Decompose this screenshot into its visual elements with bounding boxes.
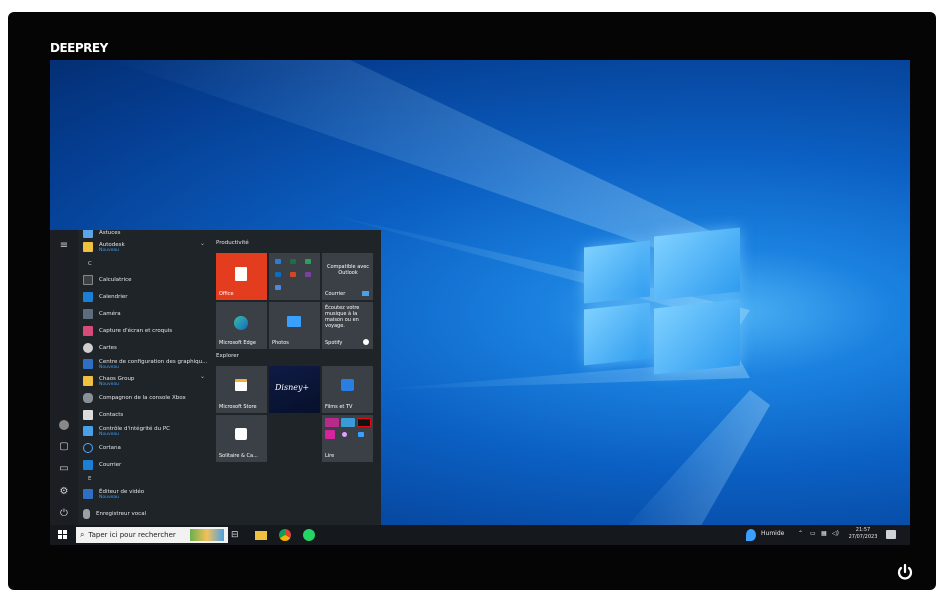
office-icon: [235, 267, 247, 281]
list-item[interactable]: Centre de configuration des graphiqu... N…: [80, 356, 210, 372]
monitor-brand-logo: DEEPREY: [50, 41, 108, 55]
list-item[interactable]: Calendrier: [80, 289, 210, 305]
app-list: Astuces Autodesk Nouveau C Calculatrice C…: [80, 230, 210, 525]
pc-health-icon: [83, 426, 93, 436]
maps-icon: [83, 343, 93, 353]
list-item[interactable]: Éditeur de vidéo Nouveau: [80, 486, 210, 502]
tile-photos[interactable]: Photos: [269, 302, 320, 349]
contacts-icon: [83, 410, 93, 420]
word-icon: [275, 259, 281, 264]
spotify-icon: [363, 339, 369, 345]
list-item[interactable]: Enregistreur vocal: [80, 506, 210, 522]
mail-icon: [83, 460, 93, 470]
skype-icon: [275, 285, 281, 290]
camera-icon: [83, 309, 93, 319]
tile-office-apps[interactable]: [269, 253, 320, 300]
tile-solitaire[interactable]: Solitaire & Ca...: [216, 415, 267, 462]
snip-sketch-icon: [83, 326, 93, 336]
letter-header[interactable]: C: [88, 261, 92, 267]
chevron-down-icon[interactable]: ⌄: [200, 373, 205, 380]
folder-icon: [83, 242, 93, 252]
tile-disney[interactable]: Disney+: [269, 366, 320, 413]
list-item[interactable]: Compagnon de la console Xbox: [80, 390, 210, 406]
excel-icon: [290, 259, 296, 264]
windows-start-icon[interactable]: [58, 530, 67, 539]
network-icon[interactable]: ▭: [810, 530, 816, 537]
onedrive-icon: [275, 272, 281, 277]
settings-icon[interactable]: ⚙: [56, 486, 72, 500]
tips-icon: [83, 230, 93, 238]
search-icon: ⌕: [80, 530, 85, 539]
list-item[interactable]: Chaos Group Nouveau: [80, 373, 210, 389]
weather-icon[interactable]: [746, 529, 756, 541]
voice-recorder-icon: [83, 509, 90, 519]
films-icon: [341, 379, 354, 391]
chevron-down-icon[interactable]: ⌄: [200, 240, 205, 247]
graphics-center-icon: [83, 359, 93, 369]
netflix-icon: [357, 418, 371, 427]
list-item[interactable]: Courrier: [80, 457, 210, 473]
calculator-icon: [83, 275, 93, 285]
keyboard-icon[interactable]: ▦: [821, 530, 827, 537]
solitaire-icon: [235, 428, 247, 440]
desktop: ≡ ▢ ▭ ⚙ ⏻ Astuces Autodesk Nouveau C Calc…: [50, 60, 910, 545]
clock[interactable]: 21:57 27/07/2023: [847, 527, 879, 541]
excel-alt-icon: [305, 259, 311, 264]
notifications-icon[interactable]: [886, 530, 896, 539]
instagram-icon: [325, 430, 335, 439]
list-item[interactable]: Caméra: [80, 306, 210, 322]
search-input[interactable]: ⌕ Taper ici pour rechercher: [76, 527, 228, 543]
list-item[interactable]: Autodesk Nouveau: [80, 239, 210, 255]
power-icon[interactable]: ⏻: [56, 508, 72, 522]
list-item[interactable]: Capture d'écran et croquis: [80, 323, 210, 339]
list-item[interactable]: Cartes: [80, 340, 210, 356]
document-icon[interactable]: ▢: [56, 441, 72, 455]
whatsapp-icon[interactable]: [303, 529, 315, 541]
chevron-up-icon[interactable]: ⌃: [798, 530, 803, 537]
monitor-power-icon[interactable]: [896, 563, 914, 581]
app-icon: [342, 432, 347, 437]
tile-mail[interactable]: Compatible avec Outlook Courrier: [322, 253, 373, 300]
list-item[interactable]: Calculatrice: [80, 272, 210, 288]
search-highlight-image: [190, 529, 224, 541]
group-productivity[interactable]: Productivité: [216, 240, 249, 246]
pictures-icon[interactable]: ▭: [56, 463, 72, 477]
powerpoint-icon: [290, 272, 296, 277]
start-menu: ≡ ▢ ▭ ⚙ ⏻ Astuces Autodesk Nouveau C Calc…: [50, 230, 381, 525]
photos-icon: [287, 316, 301, 327]
tile-store[interactable]: Microsoft Store: [216, 366, 267, 413]
tile-lire[interactable]: Lire: [322, 415, 373, 462]
onenote-icon: [305, 272, 311, 277]
instagram-thumb-icon: [325, 418, 339, 427]
file-explorer-icon[interactable]: [255, 531, 267, 540]
folder-icon: [83, 376, 93, 386]
tile-edge[interactable]: Microsoft Edge: [216, 302, 267, 349]
xbox-companion-icon: [83, 393, 93, 403]
user-avatar-icon[interactable]: [59, 420, 69, 430]
list-item[interactable]: Cortana: [80, 440, 210, 456]
cortana-icon: [83, 443, 93, 453]
start-rail: ≡ ▢ ▭ ⚙ ⏻: [50, 230, 78, 525]
task-view-icon[interactable]: ⊟: [231, 529, 243, 541]
tile-spotify[interactable]: Écoutez votre musique à la maison ou en …: [322, 302, 373, 349]
mail-icon: [362, 291, 369, 296]
windows-logo: [584, 227, 740, 375]
weather-label[interactable]: Humide: [761, 530, 784, 537]
group-explore[interactable]: Explorer: [216, 353, 239, 359]
calendar-icon: [83, 292, 93, 302]
app-icon: [358, 432, 364, 437]
volume-icon[interactable]: ◁): [832, 530, 839, 537]
store-icon: [235, 379, 247, 391]
chrome-icon[interactable]: [279, 529, 291, 541]
tile-films[interactable]: Films et TV: [322, 366, 373, 413]
taskbar: ⌕ Taper ici pour rechercher ⊟ Humide ⌃ ▭…: [50, 525, 910, 545]
letter-header[interactable]: E: [88, 476, 91, 482]
list-item[interactable]: Contacts: [80, 407, 210, 423]
hamburger-icon[interactable]: ≡: [56, 240, 72, 254]
prime-video-icon: [341, 418, 355, 427]
edge-icon: [234, 316, 248, 330]
tile-office[interactable]: Office: [216, 253, 267, 300]
list-item[interactable]: Contrôle d'intégrité du PC Nouveau: [80, 423, 210, 439]
video-editor-icon: [83, 489, 93, 499]
